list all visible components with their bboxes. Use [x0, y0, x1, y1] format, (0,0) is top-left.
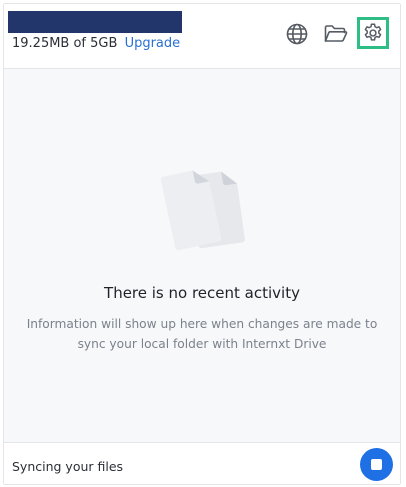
globe-button[interactable]: [284, 21, 310, 47]
activity-panel: There is no recent activity Information …: [4, 69, 400, 442]
header: 19.25MB of 5GB Upgrade: [4, 4, 400, 69]
empty-files-illustration: [160, 170, 245, 251]
gear-icon: [364, 23, 382, 41]
sync-status-text: Syncing your files: [12, 459, 124, 474]
app-window: 19.25MB of 5GB Upgrade There is no recen…: [3, 3, 401, 485]
empty-state-title: There is no recent activity: [104, 284, 300, 302]
globe-icon: [286, 23, 308, 45]
upgrade-link[interactable]: Upgrade: [125, 36, 181, 51]
storage-usage: 19.25MB of 5GB Upgrade: [12, 36, 180, 51]
empty-state-description: Information will show up here when chang…: [26, 317, 378, 351]
stop-icon: [371, 459, 382, 470]
open-folder-button[interactable]: [323, 21, 349, 47]
footer-status-bar: Syncing your files: [4, 442, 400, 484]
stop-sync-button[interactable]: [360, 448, 393, 481]
settings-button[interactable]: [357, 17, 389, 49]
redacted-account-name: [8, 11, 182, 33]
folder-open-icon: [324, 25, 348, 42]
storage-usage-text: 19.25MB of 5GB: [12, 36, 118, 51]
